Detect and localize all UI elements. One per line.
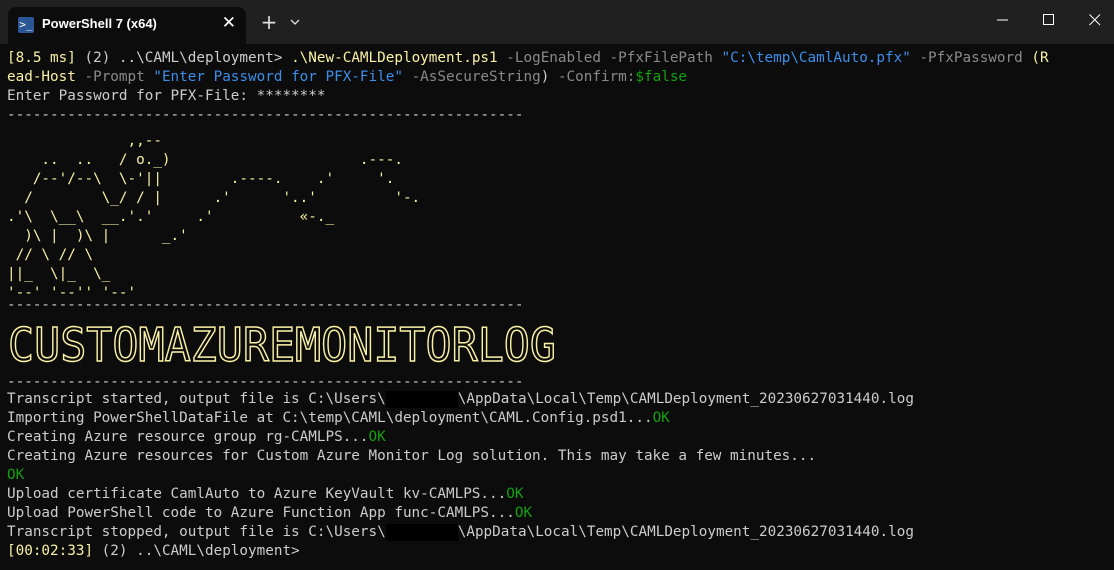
log-create-resources: Creating Azure resources for Custom Azur… bbox=[7, 448, 817, 464]
command-line-2: ead-Host -Prompt "Enter Password for PFX… bbox=[7, 68, 687, 87]
status-ok: OK bbox=[514, 505, 533, 521]
command-script: .\New-CAMLDeployment.ps1 bbox=[291, 50, 498, 66]
param-pfxpassword: -PfxPassword bbox=[910, 50, 1032, 66]
separator-2: ----------------------------------------… bbox=[7, 297, 524, 313]
close-icon bbox=[1089, 14, 1101, 26]
minimize-icon bbox=[997, 19, 1008, 21]
param-logenabled: -LogEnabled bbox=[497, 50, 601, 66]
title-bar: >_ PowerShell 7 (x64) ✕ + bbox=[0, 0, 1114, 44]
read-host-cmd: ead-Host bbox=[7, 69, 76, 85]
value-prompt: "Enter Password for PFX-File" bbox=[153, 69, 403, 85]
param-confirm: -Confirm: bbox=[557, 69, 636, 85]
param-assecurestring: -AsSecureString bbox=[402, 69, 541, 85]
close-window-button[interactable] bbox=[1072, 0, 1114, 40]
status-ok: OK bbox=[506, 486, 524, 502]
redacted-username bbox=[385, 523, 458, 541]
powershell-icon: >_ bbox=[18, 17, 34, 33]
log-transcript-stop: Transcript stopped, output file is C:\Us… bbox=[7, 523, 914, 541]
final-prompt: [00:02:33] (2) ..\CAML\deployment> bbox=[7, 542, 300, 561]
subexpr-open: (R bbox=[1031, 50, 1049, 66]
log-upload-code: Upload PowerShell code to Azure Function… bbox=[7, 505, 533, 521]
new-tab-button[interactable]: + bbox=[259, 10, 279, 34]
svg-text:CUSTOMAZUREMONITORLOG: CUSTOMAZUREMONITORLOG bbox=[8, 319, 556, 369]
subexpr-close: ) bbox=[540, 69, 558, 85]
log-import: Importing PowerShellDataFile at C:\temp\… bbox=[7, 410, 670, 426]
command-line-1: [8.5 ms] (2) ..\CAML\deployment> .\New-C… bbox=[7, 49, 1049, 68]
chevron-down-icon[interactable] bbox=[289, 13, 301, 32]
minimize-button[interactable] bbox=[980, 0, 1026, 40]
tab-title: PowerShell 7 (x64) bbox=[42, 16, 157, 31]
status-ok: OK bbox=[368, 429, 386, 445]
param-pfxfilepath: -PfxFilePath bbox=[600, 50, 722, 66]
maximize-button[interactable] bbox=[1026, 0, 1072, 40]
redacted-username bbox=[385, 390, 458, 408]
maximize-icon bbox=[1043, 14, 1054, 25]
ascii-art-logo: ,,-- .. .. / o._) .---. /--'/--\ \-'|| .… bbox=[7, 133, 421, 301]
status-ok: OK bbox=[652, 410, 670, 426]
value-pfxfilepath: "C:\temp\CamlAuto.pfx" bbox=[721, 50, 911, 66]
status-ok: OK bbox=[7, 467, 25, 483]
prompt-time: [00:02:33] bbox=[7, 543, 94, 559]
log-upload-cert: Upload certificate CamlAuto to Azure Key… bbox=[7, 486, 524, 502]
prompt-path: (2) ..\CAML\deployment> bbox=[93, 543, 300, 559]
prompt-path: (2) ..\CAML\deployment> bbox=[75, 50, 292, 66]
tab-powershell[interactable]: >_ PowerShell 7 (x64) ✕ bbox=[8, 7, 246, 44]
log-create-rg: Creating Azure resource group rg-CAMLPS.… bbox=[7, 429, 386, 445]
password-prompt: Enter Password for PFX-File: ******** bbox=[7, 88, 326, 104]
param-prompt: -Prompt bbox=[75, 69, 154, 85]
log-transcript-start: Transcript started, output file is C:\Us… bbox=[7, 390, 914, 408]
prompt-time: [8.5 ms] bbox=[7, 50, 76, 66]
terminal-output[interactable]: [8.5 ms] (2) ..\CAML\deployment> .\New-C… bbox=[0, 44, 1114, 570]
close-tab-icon[interactable]: ✕ bbox=[222, 13, 236, 33]
separator-1: ----------------------------------------… bbox=[7, 107, 524, 123]
value-confirm: $false bbox=[635, 69, 688, 85]
banner-title: CUSTOMAZUREMONITORLOG bbox=[7, 319, 557, 369]
